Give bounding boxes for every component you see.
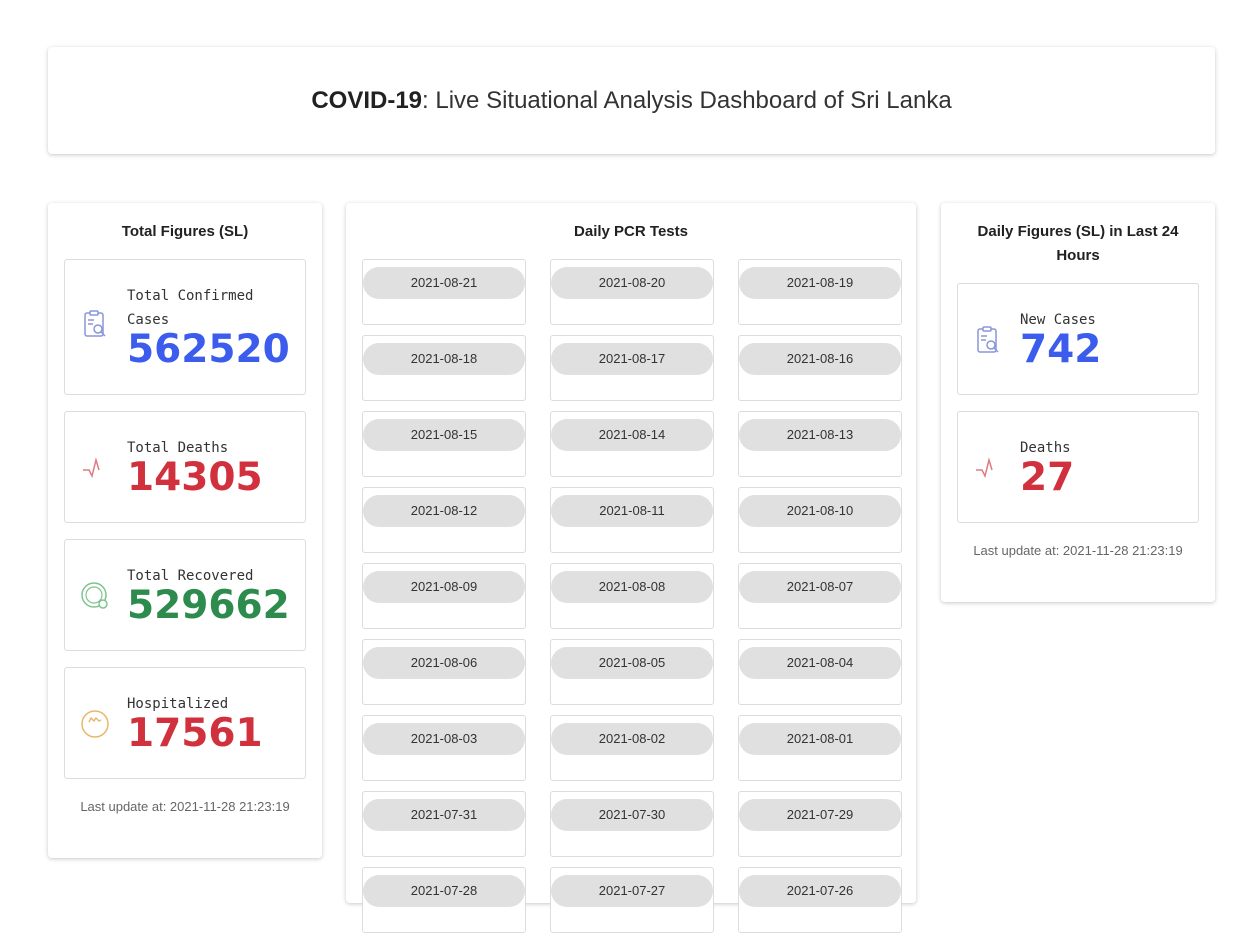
pcr-date-chip: 2021-08-18 [363,343,525,375]
total-recovered-value: 529662 [127,583,290,628]
total-recovered-box: Total Recovered 529662 [64,539,306,651]
heartbeat-icon [976,457,993,479]
recovery-circle-icon [81,582,108,609]
pcr-test-box: 2021-08-03 [362,715,526,781]
pcr-test-box: 2021-08-08 [550,563,714,629]
pcr-test-box: 2021-08-04 [738,639,902,705]
clipboard-search-icon [977,326,999,353]
pcr-date-chip: 2021-08-13 [739,419,901,451]
pcr-date-chip: 2021-08-16 [739,343,901,375]
hospitalized-value: 17561 [127,711,263,756]
heartbeat-icon [83,457,100,479]
pcr-test-box: 2021-08-16 [738,335,902,401]
pcr-date-chip: 2021-08-12 [363,495,525,527]
hospital-bed-icon [81,710,109,738]
pcr-date-chip: 2021-08-19 [739,267,901,299]
pcr-test-box: 2021-08-13 [738,411,902,477]
pcr-test-box: 2021-07-27 [550,867,714,933]
pcr-date-chip: 2021-08-02 [551,723,713,755]
pcr-date-chip: 2021-08-20 [551,267,713,299]
pcr-date-chip: 2021-08-10 [739,495,901,527]
daily-pcr-card: Daily PCR Tests 2021-08-21 2021-08-20 2021… [346,203,916,933]
new-cases-box: New Cases 742 [957,283,1199,395]
daily-deaths-value: 27 [1020,455,1075,500]
total-confirmed-label: Total Confirmed Cases [127,288,254,328]
pcr-date-chip: 2021-08-11 [551,495,713,527]
pcr-date-chip: 2021-08-07 [739,571,901,603]
pcr-test-box: 2021-08-19 [738,259,902,325]
pcr-test-box: 2021-08-14 [550,411,714,477]
pcr-test-box: 2021-07-26 [738,867,902,933]
pcr-date-chip: 2021-07-28 [363,875,525,907]
clipboard-search-icon [84,310,106,337]
pcr-test-box: 2021-08-06 [362,639,526,705]
pcr-date-chip: 2021-08-15 [363,419,525,451]
new-cases-value: 742 [1020,327,1102,372]
pcr-date-chip: 2021-08-04 [739,647,901,679]
total-last-update: Last update at: 2021-11-28 21:23:19 [80,799,290,814]
pcr-date-chip: 2021-08-21 [363,267,525,299]
pcr-date-chip: 2021-08-03 [363,723,525,755]
pcr-date-chip: 2021-07-29 [739,799,901,831]
pcr-test-box: 2021-08-21 [362,259,526,325]
pcr-date-chip: 2021-08-09 [363,571,525,603]
page-title-bold: COVID-19 [311,86,423,114]
pcr-date-chip: 2021-08-06 [363,647,525,679]
pcr-date-chip: 2021-07-31 [363,799,525,831]
page-title-rest: : Live Situational Analysis Dashboard of… [422,86,952,114]
pcr-test-box: 2021-08-17 [550,335,714,401]
pcr-date-chip: 2021-07-27 [551,875,713,907]
total-confirmed-value: 562520 [127,327,290,372]
pcr-test-box: 2021-08-01 [738,715,902,781]
daily-figures-card: Daily Figures (SL) in Last 24 Hours New … [941,203,1215,602]
daily-deaths-box: Deaths 27 [957,411,1199,523]
pcr-test-box: 2021-08-05 [550,639,714,705]
pcr-date-chip: 2021-08-05 [551,647,713,679]
pcr-test-box: 2021-08-11 [550,487,714,553]
pcr-date-chip: 2021-07-30 [551,799,713,831]
pcr-grid: 2021-08-21 2021-08-20 2021-08-19 2021-08-18… [362,259,902,933]
page-title: COVID-19: Live Situational Analysis Dash… [311,87,951,115]
pcr-test-box: 2021-07-31 [362,791,526,857]
pcr-test-box: 2021-07-28 [362,867,526,933]
total-deaths-value: 14305 [127,455,263,500]
pcr-test-box: 2021-07-29 [738,791,902,857]
daily-last-update: Last update at: 2021-11-28 21:23:19 [973,543,1183,558]
pcr-date-chip: 2021-08-08 [551,571,713,603]
total-figures-card: Total Figures (SL) Total Confirmed Cases… [48,203,322,858]
total-deaths-box: Total Deaths 14305 [64,411,306,523]
hospitalized-box: Hospitalized 17561 [64,667,306,779]
pcr-date-chip: 2021-07-26 [739,875,901,907]
pcr-test-box: 2021-08-20 [550,259,714,325]
daily-pcr-title: Daily PCR Tests [574,223,688,240]
pcr-test-box: 2021-08-07 [738,563,902,629]
pcr-test-box: 2021-07-30 [550,791,714,857]
pcr-test-box: 2021-08-18 [362,335,526,401]
total-confirmed-box: Total Confirmed Cases 562520 [64,259,306,395]
daily-figures-title: Daily Figures (SL) in Last 24 Hours [977,223,1179,264]
pcr-date-chip: 2021-08-17 [551,343,713,375]
pcr-test-box: 2021-08-10 [738,487,902,553]
pcr-date-chip: 2021-08-01 [739,723,901,755]
header-card: COVID-19: Live Situational Analysis Dash… [48,47,1215,154]
pcr-test-box: 2021-08-02 [550,715,714,781]
pcr-test-box: 2021-08-12 [362,487,526,553]
pcr-test-box: 2021-08-15 [362,411,526,477]
pcr-date-chip: 2021-08-14 [551,419,713,451]
pcr-test-box: 2021-08-09 [362,563,526,629]
total-figures-title: Total Figures (SL) [121,223,249,240]
